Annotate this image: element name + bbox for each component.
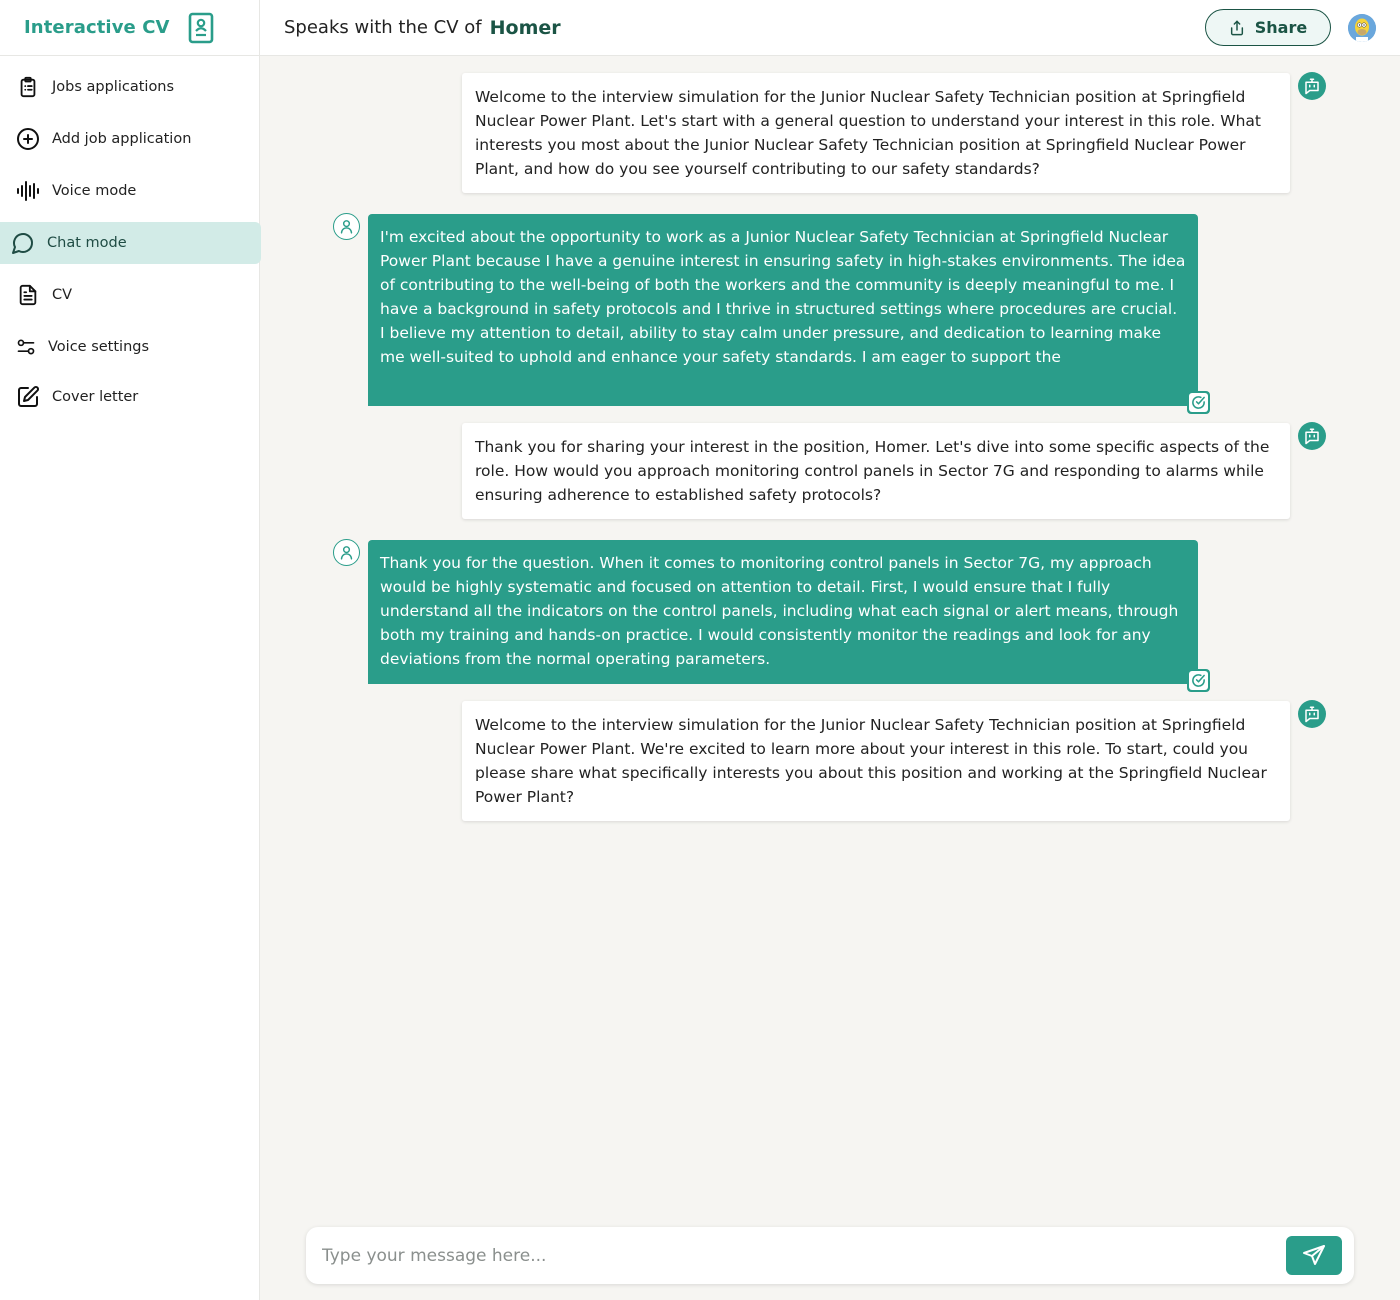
user-avatar-icon (333, 213, 360, 240)
sidebar-item-label: Cover letter (52, 389, 139, 405)
cv-owner-name: Homer (489, 16, 561, 39)
sidebar-item-voice-mode[interactable]: Voice mode (0, 170, 261, 212)
sidebar-item-label: CV (52, 287, 73, 303)
bot-avatar-icon (1298, 72, 1326, 100)
share-button[interactable]: Share (1205, 9, 1331, 46)
sidebar-item-cv[interactable]: CV (0, 274, 261, 316)
header-prefix: Speaks with the CV of (284, 17, 482, 38)
send-button[interactable] (1286, 1236, 1342, 1275)
sidebar-item-voice-settings[interactable]: Voice settings (0, 326, 261, 368)
user-message: Thank you for the question. When it come… (368, 540, 1198, 684)
sidebar-item-label: Voice settings (48, 339, 150, 355)
sidebar-item-label: Jobs applications (52, 79, 175, 95)
user-message: I'm excited about the opportunity to wor… (368, 214, 1198, 406)
app-title: Interactive CV (24, 17, 170, 38)
message-text: Thank you for sharing your interest in t… (475, 438, 1270, 504)
sidebar-item-chat-mode[interactable]: Chat mode (0, 222, 261, 264)
sidebar-item-jobs-applications[interactable]: Jobs applications (0, 66, 261, 108)
bot-avatar-icon (1298, 422, 1326, 450)
audio-waveform-icon (16, 179, 40, 203)
user-avatar[interactable] (1348, 14, 1376, 42)
message-text: Welcome to the interview simulation for … (475, 88, 1262, 178)
message-text: Thank you for the question. When it come… (380, 554, 1179, 668)
avatar-image (1348, 14, 1376, 42)
sidebar-item-label: Chat mode (47, 235, 127, 251)
message-text: Welcome to the interview simulation for … (475, 716, 1267, 806)
sidebar-item-cover-letter[interactable]: Cover letter (0, 376, 261, 418)
document-icon (16, 283, 40, 307)
message-composer (306, 1227, 1354, 1284)
user-avatar-icon (333, 539, 360, 566)
send-paper-plane-icon (1303, 1244, 1325, 1265)
plus-circle-icon (16, 127, 40, 151)
sidebar-item-label: Voice mode (52, 183, 137, 199)
message-text: I'm excited about the opportunity to wor… (380, 228, 1186, 366)
brand[interactable]: Interactive CV (0, 0, 259, 56)
bot-message: Welcome to the interview simulation for … (462, 73, 1290, 193)
edit-square-icon (16, 385, 40, 409)
chat-bubble-icon (11, 231, 35, 255)
share-upload-icon (1230, 20, 1243, 35)
sidebar-item-label: Add job application (52, 131, 192, 147)
header: Speaks with the CV of Homer Share (260, 0, 1400, 56)
check-circle-icon[interactable] (1187, 669, 1210, 692)
id-badge-icon (188, 12, 213, 43)
sidebar: Interactive CV Jobs applications Add job… (0, 0, 261, 1300)
share-label: Share (1254, 18, 1308, 37)
bot-avatar-icon (1298, 700, 1326, 728)
sliders-icon (14, 335, 38, 359)
message-input[interactable] (322, 1241, 1272, 1271)
sidebar-nav: Jobs applications Add job application Vo… (0, 56, 261, 418)
clipboard-list-icon (16, 75, 40, 99)
check-circle-icon[interactable] (1187, 391, 1210, 414)
bot-message: Welcome to the interview simulation for … (462, 701, 1290, 821)
bot-message: Thank you for sharing your interest in t… (462, 423, 1290, 519)
sidebar-item-add-job-application[interactable]: Add job application (0, 118, 261, 160)
